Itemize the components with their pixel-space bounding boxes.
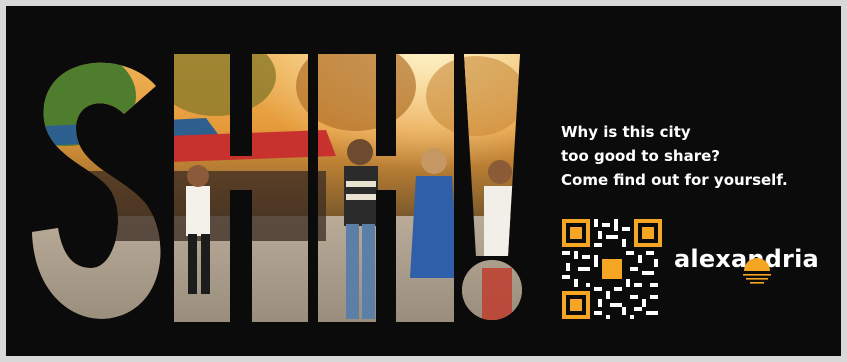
advertisement-banner: Why is this city too good to share? Come… xyxy=(6,6,841,356)
tagline-line-2: too good to share? xyxy=(561,147,721,165)
tagline-line-3: Come find out for yourself. xyxy=(561,171,788,189)
tagline: Why is this city too good to share? Come… xyxy=(561,120,788,192)
sun-mark-icon xyxy=(743,258,771,284)
qr-code-icon[interactable] xyxy=(562,219,662,319)
tagline-line-1: Why is this city xyxy=(561,123,691,141)
